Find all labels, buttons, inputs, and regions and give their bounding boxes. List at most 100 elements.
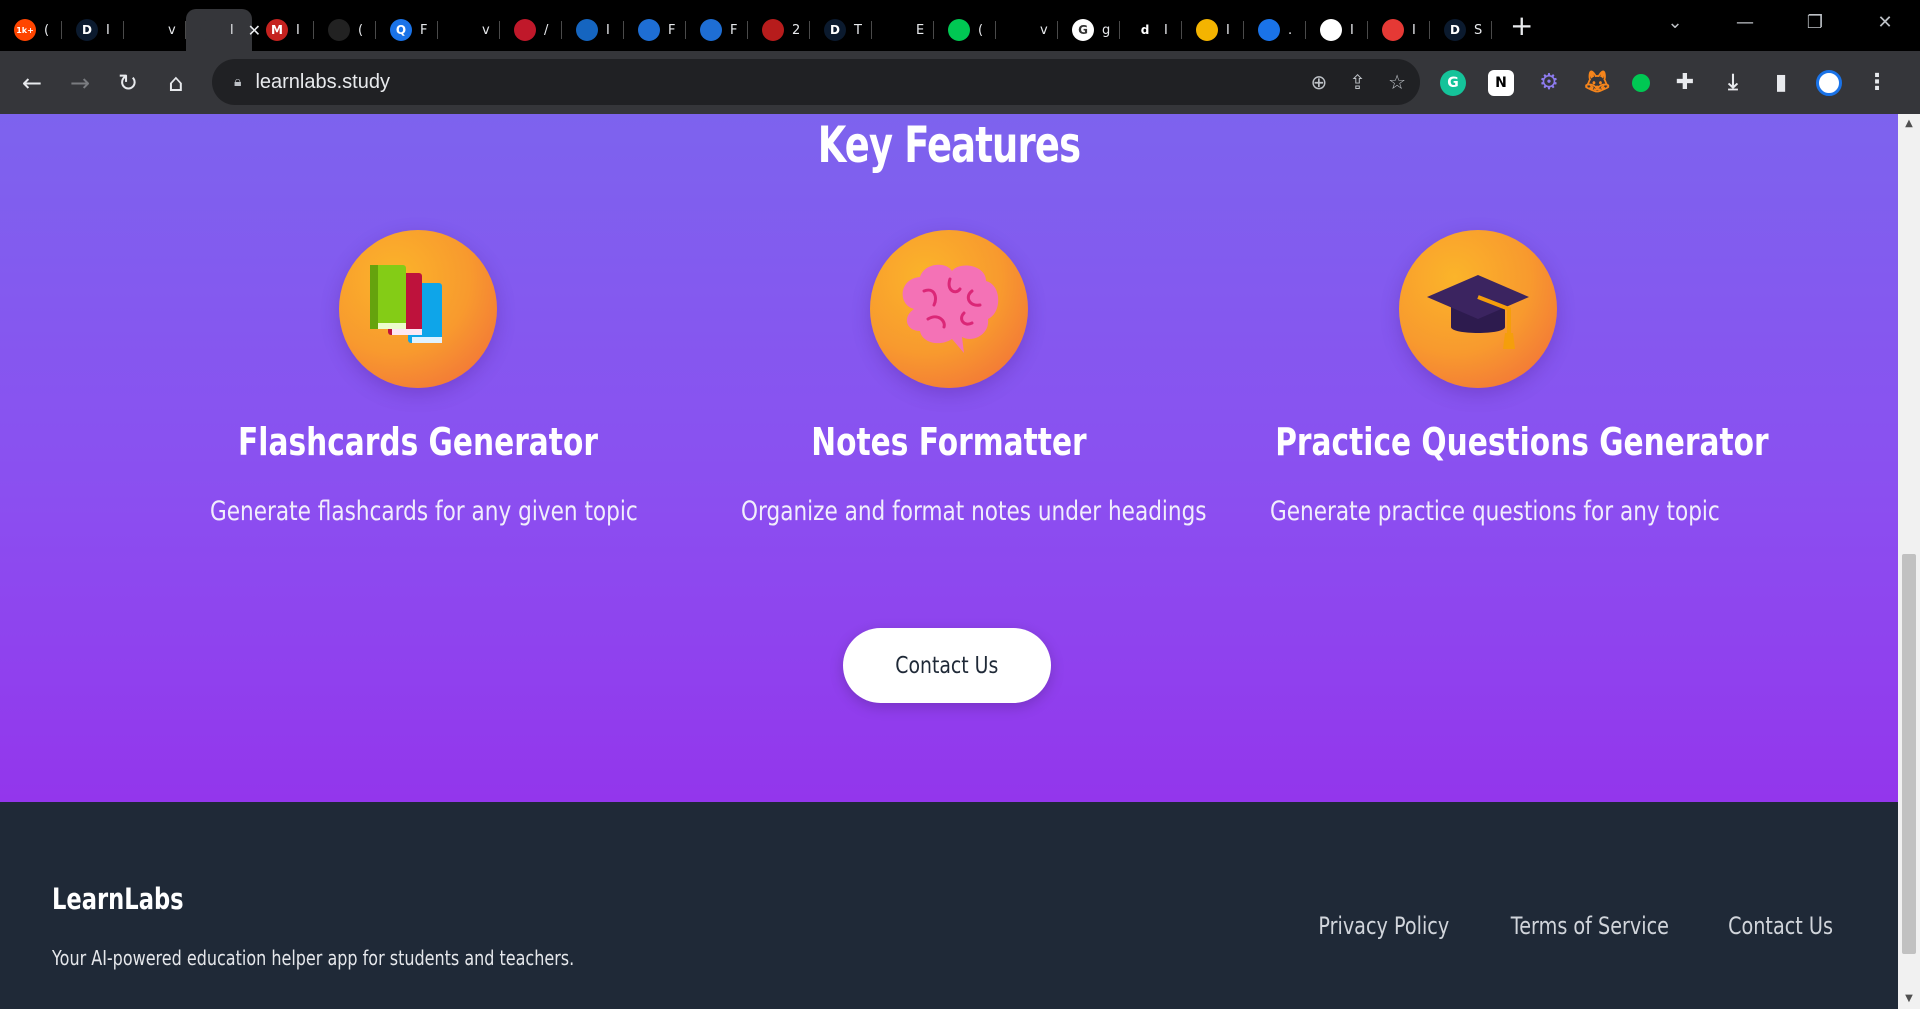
restore-button[interactable]: ❐ <box>1780 12 1850 33</box>
active-tab-icon <box>200 19 222 41</box>
tab-title: 2 <box>792 22 801 38</box>
menu-kebab-icon[interactable]: ⋮ <box>1864 70 1890 96</box>
forward-button[interactable]: → <box>56 69 104 97</box>
notion-icon[interactable]: N <box>1488 69 1514 96</box>
tab-title: . <box>1288 22 1293 38</box>
browser-tab[interactable]: v <box>438 9 500 51</box>
sheet-icon <box>948 19 970 41</box>
minimize-button[interactable]: — <box>1710 12 1780 33</box>
section-title: Key Features <box>817 116 1081 174</box>
tab-title: I <box>106 22 110 38</box>
key-features-section: Key Features Flashcards Generator Genera… <box>0 114 1898 802</box>
tab-title: F <box>420 22 428 38</box>
browser-tab[interactable]: 1k+ ( <box>0 9 62 51</box>
browser-tab[interactable]: DT <box>810 9 872 51</box>
back-button[interactable]: ← <box>8 69 56 97</box>
tab-title: I <box>1164 22 1168 38</box>
status-dot-icon[interactable] <box>1632 73 1650 92</box>
browser-tab[interactable]: DS <box>1430 9 1492 51</box>
github-icon <box>1010 19 1032 41</box>
browser-tab[interactable]: dI <box>1120 9 1182 51</box>
scroll-up-arrow[interactable]: ▲ <box>1898 114 1920 134</box>
tab-title: T <box>854 22 862 38</box>
puzzle-icon[interactable]: ✚ <box>1672 70 1698 96</box>
lock-icon[interactable]: 🔒︎ <box>234 74 241 90</box>
footer-tagline: Your AI-powered education helper app for… <box>52 946 575 970</box>
browser-tab[interactable]: v <box>124 9 186 51</box>
download-icon[interactable]: ⤓ <box>1720 70 1746 96</box>
browser-tab[interactable]: I <box>1306 9 1368 51</box>
feature-title: Practice Questions Generator <box>1275 420 1769 464</box>
page-scrollbar[interactable]: ▲ ▼ <box>1898 114 1920 1009</box>
metamask-icon[interactable]: 🦊︎ <box>1583 70 1611 96</box>
browser-tab[interactable]: DI <box>62 9 124 51</box>
q-icon: Q <box>390 19 412 41</box>
feature-description: Generate practice questions for any topi… <box>1270 496 1720 527</box>
grammarly-icon[interactable]: G <box>1440 69 1466 96</box>
gmail-icon: M <box>266 19 288 41</box>
brain-icon <box>902 264 999 353</box>
tab-title: S <box>1474 22 1483 38</box>
home-button[interactable]: ⌂ <box>152 69 200 97</box>
tab-title: I <box>1226 22 1230 38</box>
scroll-down-arrow[interactable]: ▼ <box>1898 989 1920 1009</box>
address-bar[interactable]: 🔒︎ learnlabs.study ⊕ ⇪ ☆ <box>212 59 1420 105</box>
close-window-button[interactable]: ✕ <box>1850 12 1920 33</box>
tab-title: F <box>668 22 676 38</box>
browser-tab[interactable]: F <box>686 9 748 51</box>
footer-links: Privacy Policy Terms of Service Contact … <box>1302 912 1846 940</box>
side-panel-icon[interactable]: ▮ <box>1768 70 1794 96</box>
extensions-area: G N ⚙ 🦊︎ ✚ ⤓ ▮ ⋮ <box>1440 51 1890 114</box>
browser-tab[interactable]: l ✕ <box>186 9 261 51</box>
browser-tab[interactable]: 2 <box>748 9 810 51</box>
reload-button[interactable]: ↻ <box>104 69 152 97</box>
browser-tab[interactable]: I <box>1182 9 1244 51</box>
tab-title: ( <box>978 22 984 38</box>
tab-title: v <box>168 22 176 38</box>
zoom-icon[interactable]: ⊕ <box>1311 70 1328 94</box>
toggle-extension-icon[interactable]: ⚙ <box>1536 70 1562 96</box>
url-text[interactable]: learnlabs.study <box>255 71 390 94</box>
tab-search-icon[interactable]: ⌄ <box>1640 12 1710 33</box>
share-icon[interactable]: ⇪ <box>1349 70 1366 94</box>
shield-icon <box>576 19 598 41</box>
browser-tab[interactable]: ( <box>314 9 376 51</box>
graduation-cap-icon <box>1427 275 1529 349</box>
note-icon <box>1196 19 1218 41</box>
tab-title: E <box>916 22 925 38</box>
dev-icon: D <box>824 19 846 41</box>
tab-title: I <box>1350 22 1354 38</box>
browser-tab[interactable]: I <box>562 9 624 51</box>
contact-us-button[interactable]: Contact Us <box>843 628 1051 703</box>
dev-icon: D <box>76 19 98 41</box>
github-icon <box>452 19 474 41</box>
browser-tab[interactable]: I <box>1368 9 1430 51</box>
tab-title: ( <box>44 22 50 38</box>
browser-tab[interactable]: v <box>996 9 1058 51</box>
terms-of-service-link[interactable]: Terms of Service <box>1491 912 1689 940</box>
tab-strip: 1k+(D Iv l ✕ M I(Q Fv / I F F 2 D T E(v Gg d I I. I I D S + ⌄ … <box>0 0 1920 51</box>
feature-card-practice-questions: Practice Questions Generator Generate pr… <box>1218 230 1769 527</box>
new-tab-button[interactable]: + <box>1510 11 1533 40</box>
scrollbar-thumb[interactable] <box>1902 554 1916 954</box>
browser-tab[interactable]: ( <box>934 9 996 51</box>
books-icon <box>370 265 442 343</box>
drive-icon <box>638 19 660 41</box>
bookmark-star-icon[interactable]: ☆ <box>1388 70 1406 94</box>
browser-tab[interactable]: QF <box>376 9 438 51</box>
feature-card-notes: Notes Formatter Organize and format note… <box>689 230 1209 527</box>
footer-contact-us-link[interactable]: Contact Us <box>1715 912 1846 940</box>
terms-of-service-label: Terms of Service <box>1510 912 1670 940</box>
browser-tab[interactable]: . <box>1244 9 1306 51</box>
privacy-policy-link[interactable]: Privacy Policy <box>1302 912 1466 940</box>
browser-tab[interactable]: Gg <box>1058 9 1120 51</box>
browser-tab[interactable]: F <box>624 9 686 51</box>
tab-title: / <box>544 22 549 38</box>
browser-tab[interactable]: / <box>500 9 562 51</box>
feature-icon-circle <box>339 230 497 388</box>
circle-icon <box>1382 19 1404 41</box>
browser-tab[interactable]: MI <box>252 9 314 51</box>
browser-tab[interactable]: E <box>872 9 934 51</box>
gpt-icon <box>1258 19 1280 41</box>
profile-avatar[interactable] <box>1816 69 1842 96</box>
